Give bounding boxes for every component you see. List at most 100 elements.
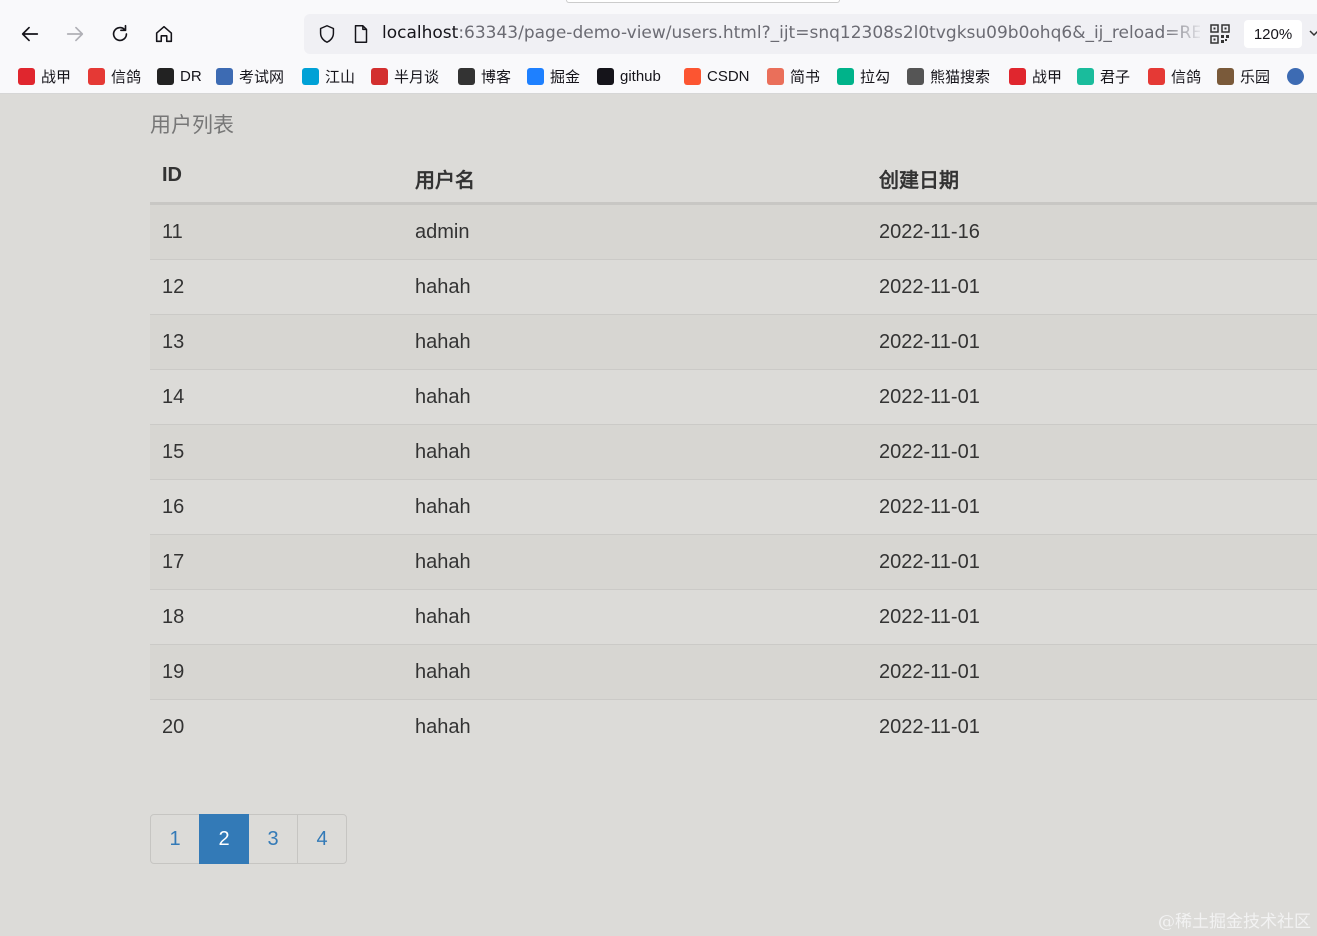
page-icon[interactable]	[350, 23, 372, 45]
table-header: ID 用户名 创建日期	[150, 150, 1317, 205]
bookmark-item[interactable]: DR	[157, 66, 202, 86]
dr-icon	[157, 67, 174, 85]
bookmark-item[interactable]: 简书	[767, 66, 820, 86]
table-row: 16 hahah 2022-11-01	[150, 480, 1317, 535]
url-host: localhost	[382, 23, 459, 43]
bookmark-item[interactable]: 博客	[458, 66, 511, 86]
cell-username: hahah	[415, 386, 471, 408]
bookmark-item[interactable]: 战甲	[1009, 66, 1062, 86]
s-icon	[1077, 67, 1094, 85]
bookmark-item[interactable]: CSDN	[684, 66, 750, 86]
bird-icon	[88, 67, 105, 85]
table-row: 18 hahah 2022-11-01	[150, 590, 1317, 645]
bookmark-label: 博客	[481, 68, 512, 86]
flag-icon	[18, 67, 35, 85]
page-button-1[interactable]: 1	[150, 814, 200, 864]
bookmark-label: 信鸽	[111, 68, 142, 86]
home-button[interactable]	[148, 18, 180, 50]
table-row: 20 hahah 2022-11-01	[150, 700, 1317, 755]
cell-id: 15	[162, 441, 185, 463]
page-title: 用户列表	[150, 114, 234, 137]
bookmark-label: 熊猫搜索	[930, 68, 991, 86]
reload-icon	[112, 24, 128, 42]
cell-created-date: 2022-11-01	[879, 331, 980, 353]
bookmark-item[interactable]: 熊猫搜索	[907, 66, 990, 86]
cell-created-date: 2022-11-01	[879, 606, 980, 628]
back-button[interactable]	[14, 18, 46, 50]
pagination: 1234	[150, 814, 347, 864]
bookmark-label: DR	[180, 67, 202, 85]
bookmark-item[interactable]: 信鸽	[1148, 66, 1201, 86]
chevron-down-icon[interactable]	[1309, 28, 1317, 38]
table-row: 19 hahah 2022-11-01	[150, 645, 1317, 700]
j-icon	[1217, 67, 1234, 85]
bookmark-item[interactable]: 考试网	[216, 66, 284, 86]
bookmark-item[interactable]: 乐园	[1217, 66, 1270, 86]
cell-username: hahah	[415, 716, 471, 738]
cell-username: hahah	[415, 496, 471, 518]
cell-id: 19	[162, 661, 185, 683]
address-bar[interactable]: localhost:63343/page-demo-view/users.htm…	[304, 14, 1317, 54]
page-button-2[interactable]: 2	[199, 814, 249, 864]
panda-icon	[907, 67, 924, 85]
cell-username: hahah	[415, 441, 471, 463]
bookmark-item[interactable]: 掘金	[527, 66, 580, 86]
bookmark-label: 拉勾	[860, 68, 891, 86]
cell-username: hahah	[415, 551, 471, 573]
bookmark-label: 信鸽	[1171, 68, 1202, 86]
table-row: 15 hahah 2022-11-01	[150, 425, 1317, 480]
bookmark-item[interactable]: 君子	[1077, 66, 1130, 86]
lagou-icon	[837, 67, 854, 85]
bookmark-item[interactable]: 信鸽	[88, 66, 141, 86]
qr-code-icon[interactable]	[1210, 24, 1230, 44]
table-row: 17 hahah 2022-11-01	[150, 535, 1317, 590]
feather-icon	[458, 67, 475, 85]
table-body: 11 admin 2022-11-16 12 hahah 2022-11-01 13 haha…	[150, 205, 1317, 755]
cell-id: 18	[162, 606, 185, 628]
column-header-username: 用户名	[415, 170, 475, 192]
globe-icon	[1287, 67, 1304, 85]
circle-icon	[371, 67, 388, 85]
cell-created-date: 2022-11-01	[879, 276, 980, 298]
cell-id: 17	[162, 551, 185, 573]
csdn-icon	[684, 67, 701, 85]
bookmark-item[interactable]: 拉勾	[837, 66, 890, 86]
bookmark-label: 考试网	[239, 68, 285, 86]
shield-icon[interactable]	[316, 23, 338, 45]
active-tab-edge	[566, 0, 840, 3]
cell-created-date: 2022-11-16	[879, 221, 980, 243]
zoom-level-button[interactable]: 120%	[1244, 20, 1302, 48]
bookmark-label: 简书	[790, 68, 821, 86]
bookmark-label: github	[620, 67, 661, 85]
bookmark-item[interactable]: 江山	[302, 66, 355, 86]
cell-username: hahah	[415, 331, 471, 353]
reload-button[interactable]	[104, 18, 136, 50]
page-button-3[interactable]: 3	[248, 814, 298, 864]
flag-icon	[1009, 67, 1026, 85]
cell-id: 12	[162, 276, 185, 298]
bird-icon	[1148, 67, 1165, 85]
tv-icon	[302, 67, 319, 85]
column-header-id: ID	[162, 164, 182, 186]
cell-created-date: 2022-11-01	[879, 496, 980, 518]
github-icon	[597, 67, 614, 85]
column-header-created: 创建日期	[879, 170, 959, 192]
cell-created-date: 2022-11-01	[879, 551, 980, 573]
bookmark-item[interactable]: github	[597, 66, 661, 86]
cell-id: 11	[162, 221, 183, 243]
overflow-bookmark-icon[interactable]	[1287, 66, 1310, 86]
cell-created-date: 2022-11-01	[879, 386, 980, 408]
url-fade	[1164, 20, 1204, 48]
page-button-4[interactable]: 4	[297, 814, 347, 864]
bookmark-label: CSDN	[707, 67, 750, 85]
url-text[interactable]: localhost:63343/page-demo-view/users.htm…	[382, 23, 1200, 47]
home-icon	[155, 25, 173, 43]
bookmark-item[interactable]: 半月谈	[371, 66, 439, 86]
url-path: :63343/page-demo-view/users.html?_ijt=sn…	[458, 23, 1200, 43]
cell-created-date: 2022-11-01	[879, 716, 980, 738]
table-row: 12 hahah 2022-11-01	[150, 260, 1317, 315]
cell-username: hahah	[415, 606, 471, 628]
arrow-right-icon	[66, 26, 84, 42]
forward-button[interactable]	[59, 18, 91, 50]
bookmark-item[interactable]: 战甲	[18, 66, 71, 86]
